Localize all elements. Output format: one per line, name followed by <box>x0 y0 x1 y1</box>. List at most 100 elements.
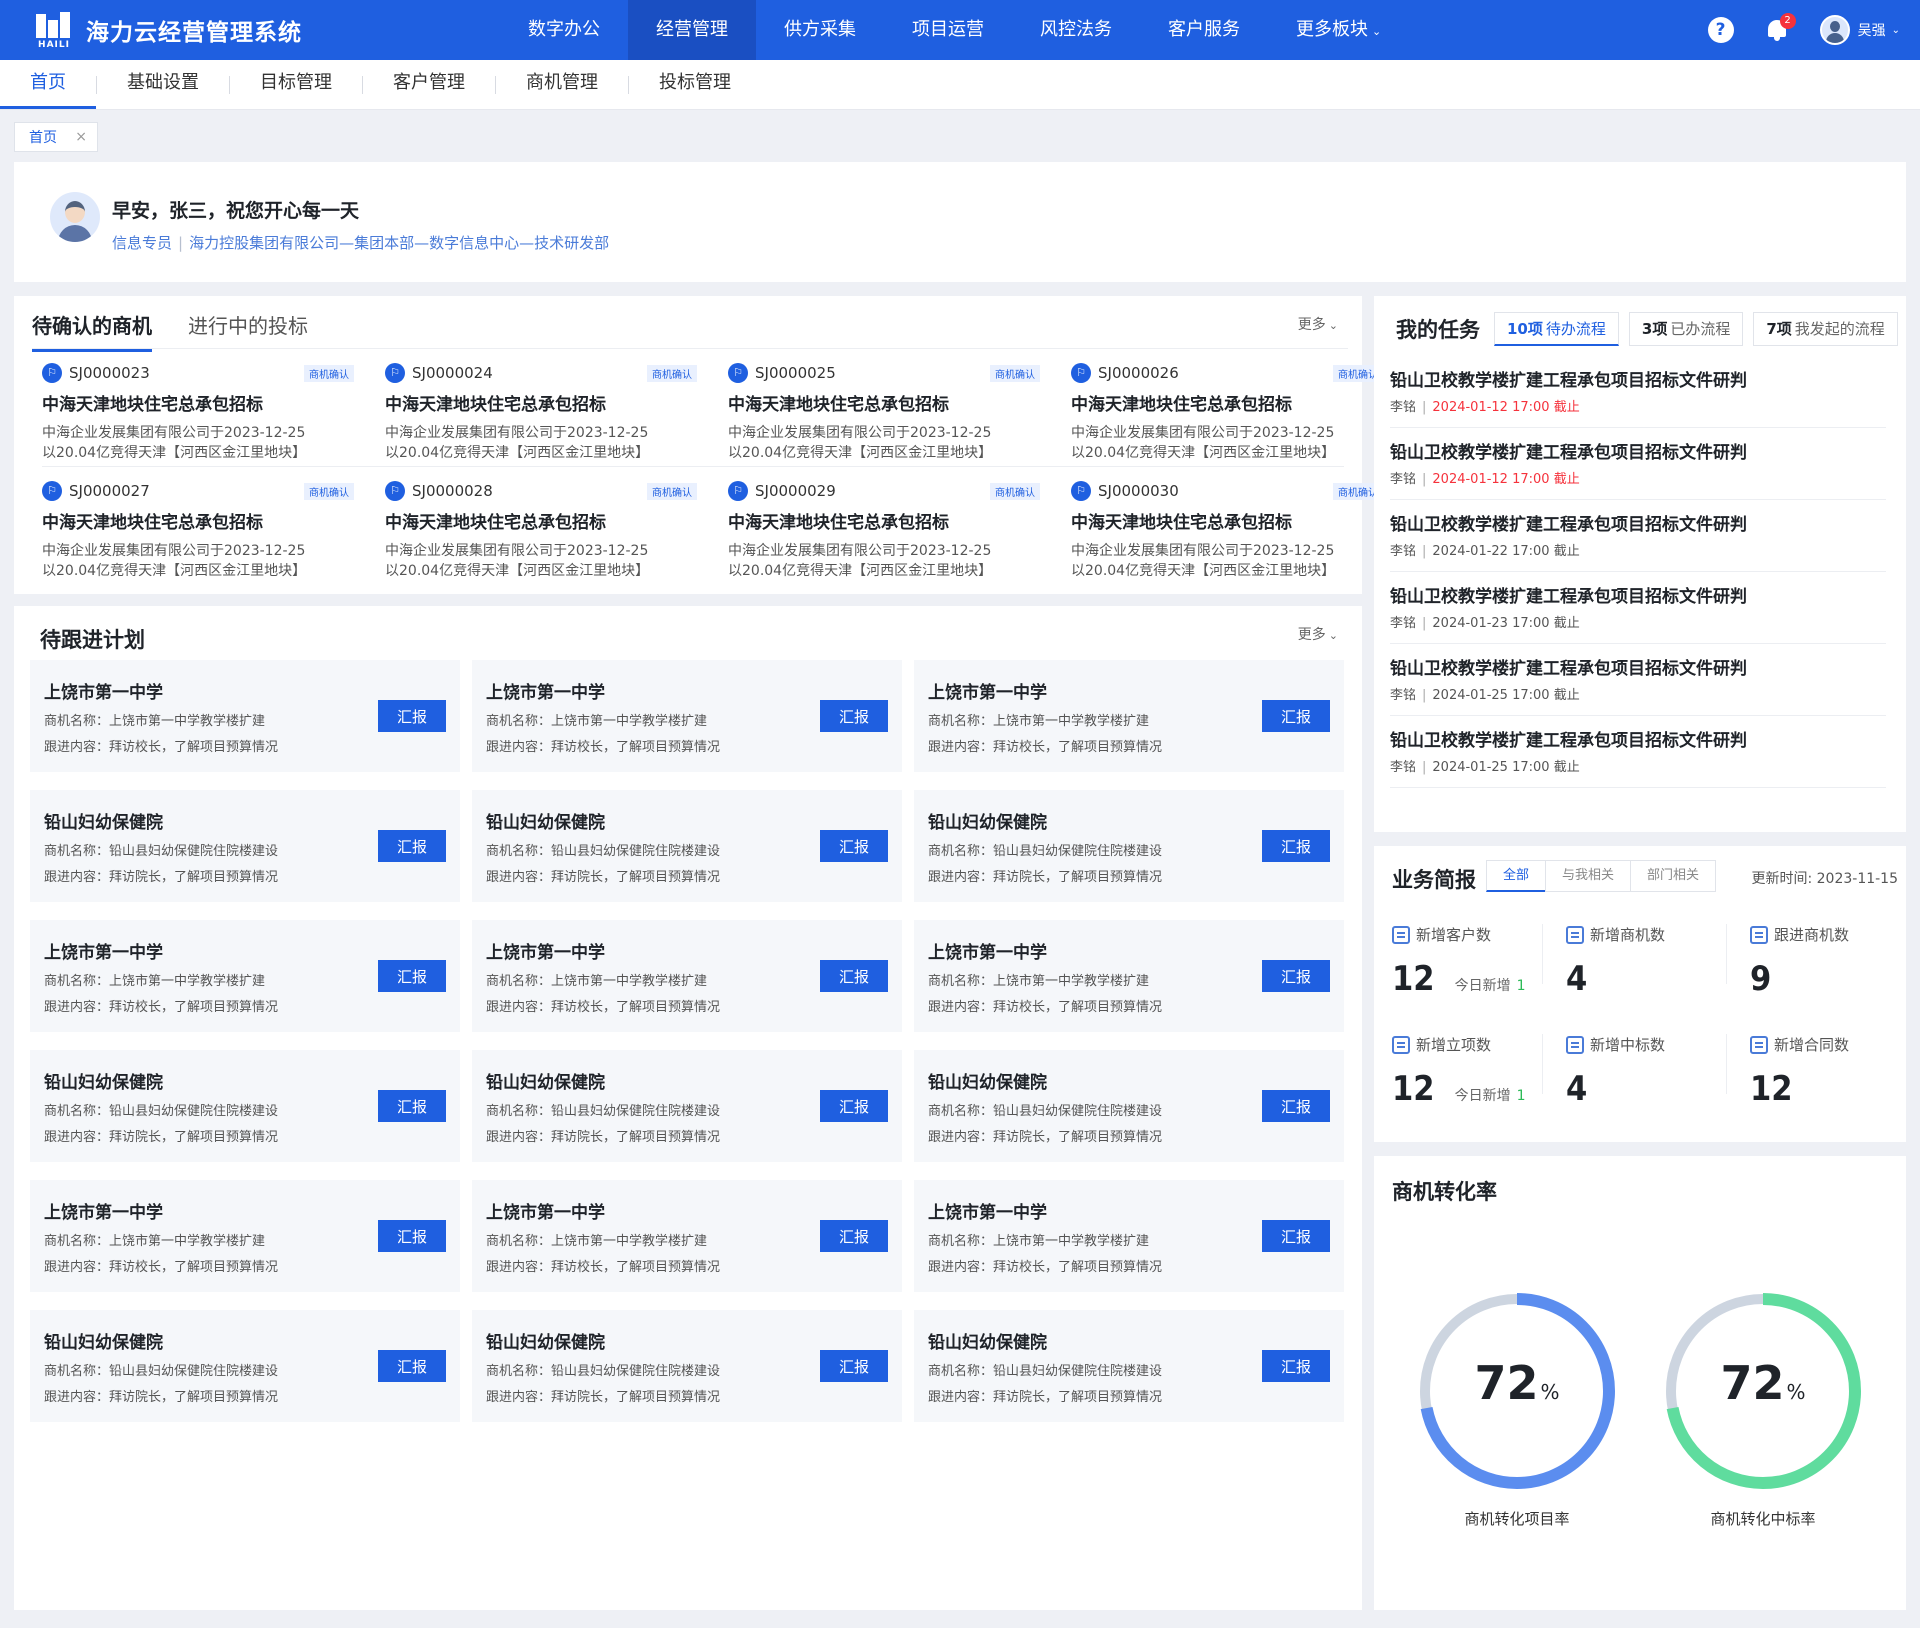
subnav-bid-management[interactable]: 投标管理 <box>629 60 761 109</box>
tab-label: 我发起的流程 <box>1794 320 1885 338</box>
stat-label: 新增合同数 <box>1774 1036 1850 1054</box>
tab-related-to-me[interactable]: 与我相关 <box>1545 860 1632 892</box>
more-link[interactable]: 更多 ⌄ <box>1298 314 1338 334</box>
help-icon[interactable]: ? <box>1707 17 1734 43</box>
nav-risk-legal[interactable]: 风控法务 <box>1012 0 1140 60</box>
opportunity-card[interactable]: ⚐ SJ0000027 商机确认 中海天津地块住宅总承包招标 中海企业发展集团有限公司于… <box>42 480 360 584</box>
divider <box>1542 1034 1543 1094</box>
report-button[interactable]: 汇报 <box>1262 1350 1330 1382</box>
tab-done-flows[interactable]: 3项 已办流程 <box>1628 312 1744 346</box>
report-button[interactable]: 汇报 <box>378 960 446 992</box>
opportunity-card[interactable]: ⚐ SJ0000024 商机确认 中海天津地块住宅总承包招标 中海企业发展集团有限公司于… <box>385 362 703 466</box>
tab-initiated-flows[interactable]: 7项 我发起的流程 <box>1753 312 1898 346</box>
report-button[interactable]: 汇报 <box>820 700 888 732</box>
report-button[interactable]: 汇报 <box>378 1350 446 1382</box>
tab-pending-opportunities[interactable]: 待确认的商机 <box>32 310 152 352</box>
opportunity-header: ⚐ SJ0000026 商机确认 <box>1071 362 1389 384</box>
report-button[interactable]: 汇报 <box>820 1220 888 1252</box>
org-chart-icon <box>1392 925 1410 944</box>
stat-value: 4 <box>1566 959 1588 999</box>
opportunity-card[interactable]: ⚐ SJ0000029 商机确认 中海天津地块住宅总承包招标 中海企业发展集团有限公司于… <box>728 480 1046 584</box>
stat-value: 12 <box>1392 1069 1435 1109</box>
report-button[interactable]: 汇报 <box>378 1220 446 1252</box>
subnav-home[interactable]: 首页 <box>0 60 96 109</box>
opportunity-card[interactable]: ⚐ SJ0000026 商机确认 中海天津地块住宅总承包招标 中海企业发展集团有限公司于… <box>1071 362 1389 466</box>
report-button[interactable]: 汇报 <box>378 1090 446 1122</box>
page-tab-label: 首页 <box>29 130 57 146</box>
nav-project-operation[interactable]: 项目运营 <box>884 0 1012 60</box>
task-deadline-suffix: 截止 <box>1553 544 1580 559</box>
report-button[interactable]: 汇报 <box>820 960 888 992</box>
stat-label: 新增商机数 <box>1590 926 1666 944</box>
nav-digital-office[interactable]: 数字办公 <box>500 0 628 60</box>
business-brief-panel: 业务简报 全部 与我相关 部门相关 更新时间: 2023-11-15 新增客户数… <box>1374 846 1906 1142</box>
edit-doc-icon <box>1392 1035 1410 1054</box>
opportunity-card[interactable]: ⚐ SJ0000030 商机确认 中海天津地块住宅总承包招标 中海企业发展集团有限公司于… <box>1071 480 1389 584</box>
nav-business-management[interactable]: 经营管理 <box>628 0 756 60</box>
page-tab-home[interactable]: 首页 × <box>14 122 98 152</box>
report-button[interactable]: 汇报 <box>820 830 888 862</box>
more-link[interactable]: 更多 ⌄ <box>1298 624 1338 644</box>
opportunity-card[interactable]: ⚐ SJ0000025 商机确认 中海天津地块住宅总承包招标 中海企业发展集团有限公司于… <box>728 362 1046 466</box>
report-button[interactable]: 汇报 <box>1262 1090 1330 1122</box>
edit-doc-icon <box>1566 1035 1584 1054</box>
user-org-info: 信息专员 | 海力控股集团有限公司—集团本部—数字信息中心—技术研发部 <box>112 232 609 253</box>
report-button[interactable]: 汇报 <box>1262 1220 1330 1252</box>
report-button[interactable]: 汇报 <box>1262 830 1330 862</box>
report-button[interactable]: 汇报 <box>1262 960 1330 992</box>
tab-todo-flows[interactable]: 10项 待办流程 <box>1494 312 1619 346</box>
nav-customer-service[interactable]: 客户服务 <box>1140 0 1268 60</box>
plan-opportunity: 商机名称：铅山县妇幼保健院住院楼建设 <box>486 1364 721 1379</box>
nav-supplier-collection[interactable]: 供方采集 <box>756 0 884 60</box>
gauge-value: 72% <box>1658 1356 1868 1410</box>
plan-opportunity: 商机名称：上饶市第一中学教学楼扩建 <box>486 714 708 729</box>
task-item[interactable]: 铅山卫校教学楼扩建工程承包项目招标文件研判 李铭 | 2024-01-23 17:00… <box>1390 572 1886 644</box>
plan-opportunity: 商机名称：上饶市第一中学教学楼扩建 <box>486 974 708 989</box>
opportunity-desc: 中海企业发展集团有限公司于2023-12-25 以20.04亿竞得天津【河西区金江… <box>728 541 1046 581</box>
app-logo[interactable]: HAILI 海力云经营管理系统 <box>32 10 302 50</box>
task-item[interactable]: 铅山卫校教学楼扩建工程承包项目招标文件研判 李铭 | 2024-01-25 17:00… <box>1390 716 1886 788</box>
opportunity-desc-line: 以20.04亿竞得天津【河西区金江里地块】 <box>728 563 993 579</box>
task-item[interactable]: 铅山卫校教学楼扩建工程承包项目招标文件研判 李铭 | 2024-01-12 17:00… <box>1390 428 1886 500</box>
opportunity-code: SJ0000024 <box>412 364 493 382</box>
opportunity-card[interactable]: ⚐ SJ0000028 商机确认 中海天津地块住宅总承包招标 中海企业发展集团有限公司于… <box>385 480 703 584</box>
plan-card: 上饶市第一中学 商机名称：上饶市第一中学教学楼扩建 跟进内容：拜访校长，了解项目预算… <box>30 920 460 1032</box>
tab-all[interactable]: 全部 <box>1486 860 1547 892</box>
subnav-basic-settings[interactable]: 基础设置 <box>97 60 229 109</box>
task-item[interactable]: 铅山卫校教学楼扩建工程承包项目招标文件研判 李铭 | 2024-01-12 17:00… <box>1390 356 1886 428</box>
task-item[interactable]: 铅山卫校教学楼扩建工程承包项目招标文件研判 李铭 | 2024-01-22 17:00… <box>1390 500 1886 572</box>
nav-more-sections[interactable]: 更多板块 ⌄ <box>1268 0 1409 60</box>
contract-doc-icon <box>1750 1035 1768 1054</box>
plan-name: 铅山妇幼保健院 <box>44 1073 163 1093</box>
report-button[interactable]: 汇报 <box>378 830 446 862</box>
subnav-opportunity-management[interactable]: 商机管理 <box>496 60 628 109</box>
opportunity-header: ⚐ SJ0000023 商机确认 <box>42 362 360 384</box>
report-button[interactable]: 汇报 <box>1262 700 1330 732</box>
task-person: 李铭 <box>1390 544 1417 559</box>
tab-department[interactable]: 部门相关 <box>1630 860 1717 892</box>
subnav-customer-management[interactable]: 客户管理 <box>363 60 495 109</box>
notification-button[interactable]: 2 <box>1764 13 1796 43</box>
divider <box>1726 924 1727 984</box>
plan-content: 跟进内容：拜访院长，了解项目预算情况 <box>486 1390 721 1405</box>
report-button[interactable]: 汇报 <box>378 700 446 732</box>
tab-ongoing-bids[interactable]: 进行中的投标 <box>188 310 308 352</box>
opportunity-card[interactable]: ⚐ SJ0000023 商机确认 中海天津地块住宅总承包招标 中海企业发展集团有限公司于… <box>42 362 360 466</box>
notification-badge: 2 <box>1779 13 1796 29</box>
opportunity-desc-line: 以20.04亿竞得天津【河西区金江里地块】 <box>42 563 307 579</box>
task-item[interactable]: 铅山卫校教学楼扩建工程承包项目招标文件研判 李铭 | 2024-01-25 17:00… <box>1390 644 1886 716</box>
greeting: 早安，张三，祝您开心每一天 <box>112 200 360 222</box>
user-menu[interactable]: 吴强 ⌄ <box>1819 15 1900 45</box>
plan-name: 上饶市第一中学 <box>44 943 163 963</box>
conversion-rate-panel: 商机转化率 72% 商机转化项目率 72% 商机转化中标率 <box>1374 1156 1906 1610</box>
report-button[interactable]: 汇报 <box>820 1090 888 1122</box>
plan-card: 铅山妇幼保健院 商机名称：铅山县妇幼保健院住院楼建设 跟进内容：拜访院长，了解项目预… <box>472 790 902 902</box>
stat-today-label: 今日新增 <box>1454 1088 1511 1104</box>
subnav-target-management[interactable]: 目标管理 <box>230 60 362 109</box>
task-name: 铅山卫校教学楼扩建工程承包项目招标文件研判 <box>1390 443 1747 463</box>
opportunity-header: ⚐ SJ0000029 商机确认 <box>728 480 1046 502</box>
gauge-label: 商机转化中标率 <box>1710 1510 1816 1528</box>
close-icon[interactable]: × <box>75 129 87 145</box>
report-button[interactable]: 汇报 <box>820 1350 888 1382</box>
separator: | <box>1422 688 1427 703</box>
